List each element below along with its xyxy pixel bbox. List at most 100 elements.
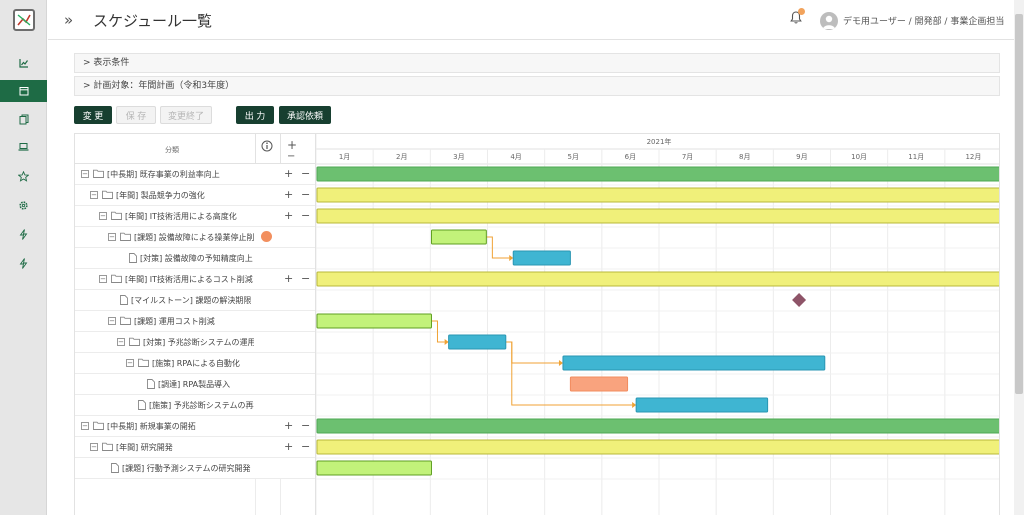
gantt-bar-annual[interactable] [316, 208, 1000, 224]
gantt-bar-long-term[interactable] [316, 418, 1000, 434]
nav-item-chart[interactable] [0, 52, 47, 74]
gear-icon [19, 200, 28, 210]
remove-task-icon[interactable]: − [301, 272, 310, 285]
calendar-icon [19, 87, 28, 96]
table-row[interactable]: − [年間] IT技術活用による高度化 + − [75, 206, 315, 227]
add-task-icon[interactable]: + [284, 209, 293, 222]
remove-task-icon[interactable]: − [301, 419, 310, 432]
task-label: [調達] RPA製品導入 [158, 380, 231, 389]
alert-badge[interactable] [261, 231, 272, 242]
gantt-bar-measure[interactable] [562, 355, 826, 371]
category-column-header: 分類 [165, 146, 179, 154]
nav-item-favorites[interactable] [0, 165, 47, 187]
gantt-bar-measure[interactable] [635, 397, 769, 413]
bolt-icon [19, 228, 28, 240]
page-header: » スケジュール一覧 デモ用ユーザー / 開発部 / 事業企画担当 [48, 0, 1014, 40]
nav-item-laptop[interactable] [0, 136, 47, 158]
nav-item-schedule[interactable] [0, 80, 47, 102]
scrollbar-thumb[interactable] [1015, 14, 1023, 394]
output-button[interactable]: 出 力 [236, 106, 274, 124]
task-label: [年間] IT技術活用による高度化 [125, 212, 237, 221]
gantt-bar-measure[interactable] [448, 334, 507, 350]
folder-icon [111, 274, 122, 283]
folder-icon [102, 190, 113, 199]
nav-item-action-1[interactable] [0, 223, 47, 245]
collapse-toggle-icon[interactable]: − [81, 170, 89, 178]
collapse-toggle-icon[interactable]: − [108, 317, 116, 325]
gantt-bar-long-term[interactable] [316, 166, 1000, 182]
collapse-toggle-icon[interactable]: − [90, 443, 98, 451]
add-task-icon[interactable]: + [284, 167, 293, 180]
table-row[interactable]: − [課題] 設備故障による操業停止削減 [75, 227, 315, 248]
approval-request-button[interactable]: 承認依頼 [279, 106, 331, 124]
gantt-milestone[interactable] [792, 293, 807, 307]
user-name: デモ用ユーザー / 開発部 / 事業企画担当 [843, 17, 1005, 27]
table-row[interactable]: [課題] 行動予測システムの研究開発 [75, 458, 315, 479]
task-label: [中長期] 既存事業の利益率向上 [107, 170, 220, 179]
gantt-timeline-svg: 2021年 1月 2月 3月 4月 5月 6月 7月 8月 9月 10月 11月 12月 [315, 134, 1000, 515]
nav-item-settings[interactable] [0, 194, 47, 216]
plan-target-panel[interactable]: > 計画対象：年間計画（令和3年度） [74, 76, 1000, 96]
table-row[interactable]: [調達] RPA製品導入 [75, 374, 315, 395]
add-task-icon[interactable]: + [284, 188, 293, 201]
folder-icon [120, 232, 131, 241]
collapse-toggle-icon[interactable]: − [99, 275, 107, 283]
app-logo[interactable] [13, 9, 35, 31]
table-row[interactable]: − [年間] IT技術活用によるコスト削減 + − [75, 269, 315, 290]
gantt-bar-annual[interactable] [316, 439, 1000, 455]
table-row[interactable]: [マイルストーン] 課題の解決期限 [75, 290, 315, 311]
collapse-toggle-icon[interactable]: − [90, 191, 98, 199]
laptop-icon [18, 143, 29, 151]
gantt-bar-annual[interactable] [316, 271, 1000, 287]
gantt-bar-issue[interactable] [430, 229, 487, 245]
add-task-icon[interactable]: + [284, 440, 293, 453]
collapse-toggle-icon[interactable]: − [99, 212, 107, 220]
table-row[interactable]: − [中長期] 既存事業の利益率向上 + − [75, 164, 315, 185]
month-label: 10月 [851, 153, 867, 161]
task-label: [年間] 研究開発 [116, 443, 173, 452]
add-task-icon[interactable]: + [284, 419, 293, 432]
remove-task-icon[interactable]: − [301, 209, 310, 222]
add-task-icon[interactable]: + [284, 272, 293, 285]
info-icon[interactable] [261, 140, 273, 152]
collapse-toggle-icon[interactable]: − [81, 422, 89, 430]
remove-task-icon[interactable]: − [301, 167, 310, 180]
nav-item-action-2[interactable] [0, 252, 47, 274]
table-row[interactable]: [対策] 設備故障の予知精度向上 [75, 248, 315, 269]
table-row[interactable]: − [課題] 運用コスト削減 [75, 311, 315, 332]
gantt-bar-issue[interactable] [316, 460, 432, 476]
display-conditions-panel[interactable]: > 表示条件 [74, 53, 1000, 73]
page-scrollbar[interactable] [1014, 0, 1024, 515]
table-row[interactable]: − [年間] 研究開発 + − [75, 437, 315, 458]
remove-task-icon[interactable]: − [301, 188, 310, 201]
table-row[interactable]: [施策] 予兆診断システムの再構築 [75, 395, 315, 416]
save-button[interactable]: 保 存 [116, 106, 156, 124]
collapse-toggle-icon[interactable]: − [117, 338, 125, 346]
gantt-bar-measure[interactable] [512, 250, 571, 266]
folder-icon [93, 169, 104, 178]
gantt-bar-procurement[interactable] [569, 376, 629, 392]
add-all-icon[interactable]: + [287, 138, 297, 152]
table-row[interactable]: − [年間] 製品競争力の強化 + − [75, 185, 315, 206]
table-row[interactable]: − [対策] 予兆診断システムの運用コスト [75, 332, 315, 353]
folder-icon [120, 316, 131, 325]
folder-icon [138, 358, 149, 367]
change-button[interactable]: 変 更 [74, 106, 112, 124]
nav-item-documents[interactable] [0, 108, 47, 130]
avatar[interactable] [820, 12, 838, 30]
folder-icon [111, 211, 122, 220]
task-label: [施策] RPAによる自動化 [152, 359, 240, 368]
remove-task-icon[interactable]: − [301, 440, 310, 453]
task-label: [年間] 製品競争力の強化 [116, 191, 205, 200]
gantt-bar-issue[interactable] [316, 313, 432, 329]
gantt-bar-annual[interactable] [316, 187, 1000, 203]
table-row[interactable]: − [施策] RPAによる自動化 [75, 353, 315, 374]
table-row[interactable]: − [中長期] 新規事業の開拓 + − [75, 416, 315, 437]
collapse-all-icon[interactable]: − [287, 151, 295, 162]
change-end-button[interactable]: 変更終了 [160, 106, 212, 124]
notification-badge [798, 8, 805, 15]
expand-sidebar-icon[interactable]: » [64, 11, 73, 29]
collapse-toggle-icon[interactable]: − [108, 233, 116, 241]
collapse-toggle-icon[interactable]: − [126, 359, 134, 367]
document-icon [147, 379, 155, 389]
